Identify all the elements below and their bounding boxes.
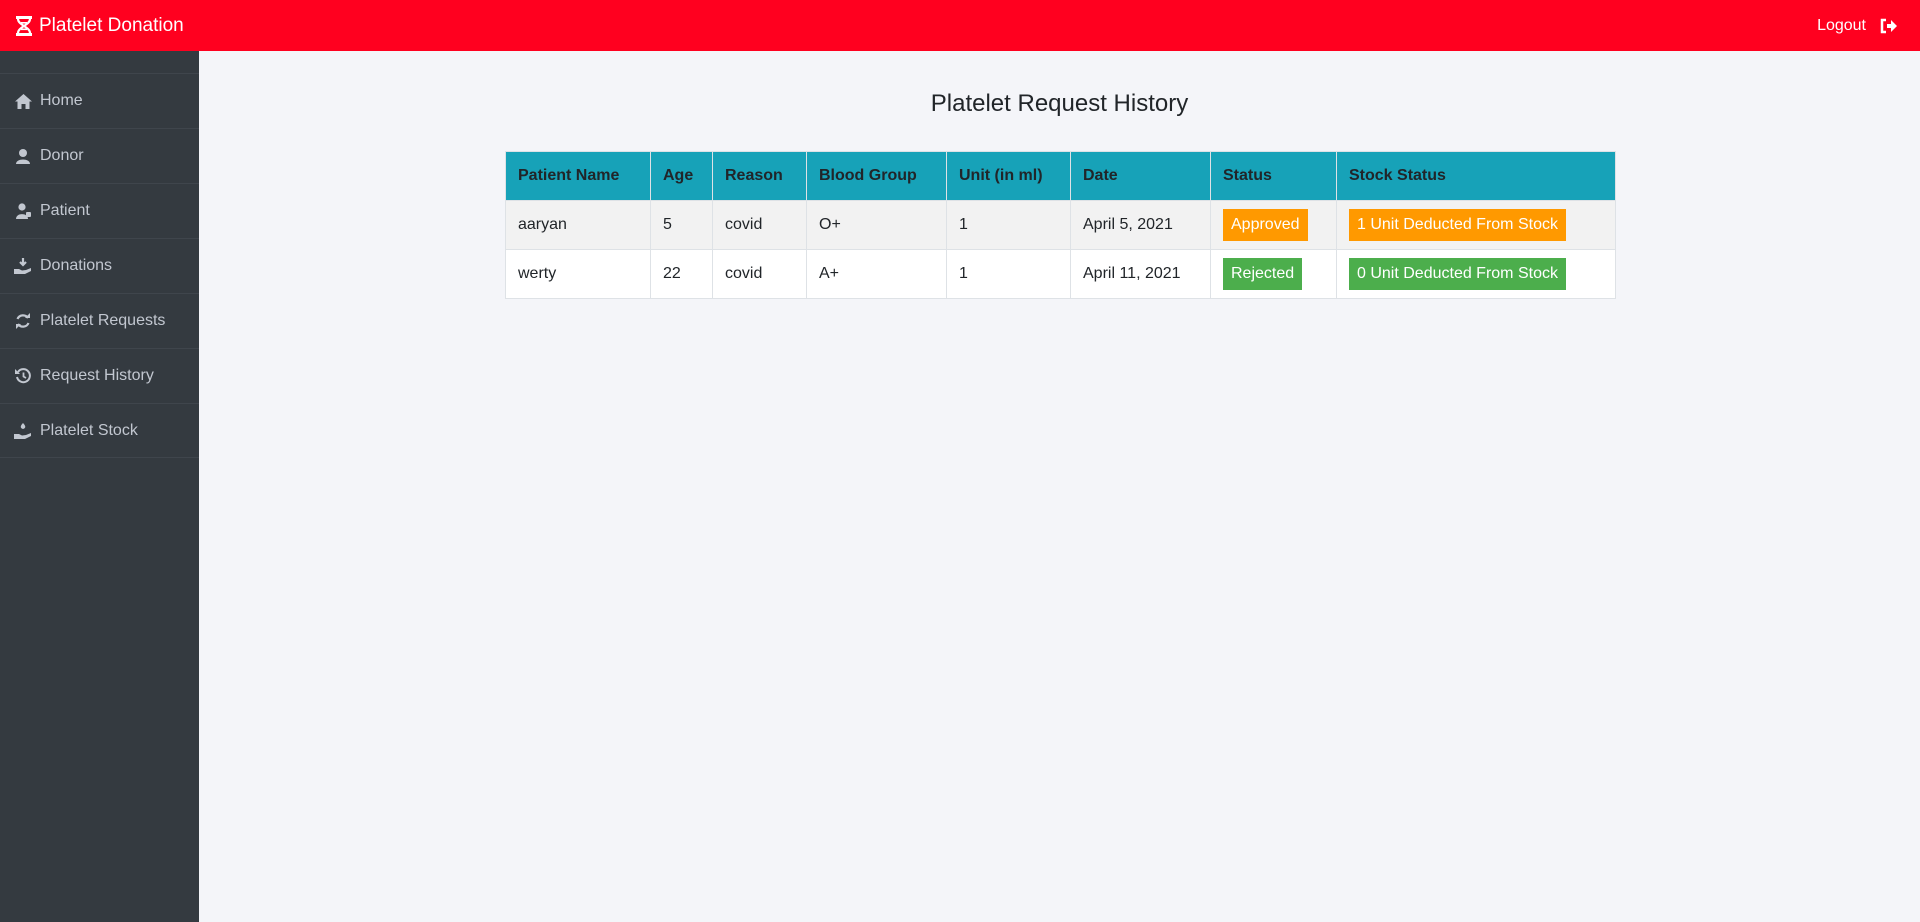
sidebar-item-donor[interactable]: Donor xyxy=(0,128,199,183)
sidebar-item-platelet-requests[interactable]: Platelet Requests xyxy=(0,293,199,348)
cell-blood-group: A+ xyxy=(806,249,947,299)
column-header: Stock Status xyxy=(1336,151,1616,201)
column-header: Blood Group xyxy=(806,151,947,201)
table-row: aaryan 5 covid O+ 1 April 5, 2021 Approv… xyxy=(505,200,1616,250)
cell-patient-name: aaryan xyxy=(505,200,651,250)
status-badge: Approved xyxy=(1223,209,1308,241)
cell-status: Rejected xyxy=(1210,249,1337,299)
status-badge: Rejected xyxy=(1223,258,1303,290)
sidebar-item-platelet-stock[interactable]: Platelet Stock xyxy=(0,403,199,458)
sidebar: Home Donor Patient Donations Platelet Re… xyxy=(0,51,199,922)
cell-stock-status: 0 Unit Deducted From Stock xyxy=(1336,249,1616,299)
cell-date: April 5, 2021 xyxy=(1070,200,1211,250)
sidebar-item-patient[interactable]: Patient xyxy=(0,183,199,238)
logout-button[interactable]: Logout xyxy=(1817,17,1898,35)
request-history-table: Patient Name Age Reason Blood Group Unit… xyxy=(505,151,1616,299)
cell-age: 5 xyxy=(650,200,713,250)
sidebar-item-label: Home xyxy=(40,92,83,109)
top-navbar: Platelet Donation Logout xyxy=(0,0,1920,51)
column-header: Age xyxy=(650,151,713,201)
column-header: Reason xyxy=(712,151,807,201)
sidebar-item-label: Patient xyxy=(40,202,90,219)
table-row: werty 22 covid A+ 1 April 11, 2021 Rejec… xyxy=(505,249,1616,299)
user-icon xyxy=(14,147,32,165)
column-header: Status xyxy=(1210,151,1337,201)
column-header: Patient Name xyxy=(505,151,651,201)
page-title: Platelet Request History xyxy=(930,90,1189,117)
sidebar-item-donations[interactable]: Donations xyxy=(0,238,199,293)
sidebar-item-label: Request History xyxy=(40,367,154,384)
stock-status-badge: 1 Unit Deducted From Stock xyxy=(1349,209,1566,241)
brand-link[interactable]: Platelet Donation xyxy=(15,15,184,37)
logout-label: Logout xyxy=(1817,16,1866,34)
cell-date: April 11, 2021 xyxy=(1070,249,1211,299)
sidebar-item-label: Platelet Stock xyxy=(40,421,138,439)
cell-stock-status: 1 Unit Deducted From Stock xyxy=(1336,200,1616,250)
cell-status: Approved xyxy=(1210,200,1337,250)
sidebar-item-label: Donor xyxy=(40,147,84,164)
main-content: Platelet Request History Patient Name Ag… xyxy=(199,51,1920,922)
column-header: Date xyxy=(1070,151,1211,201)
cell-patient-name: werty xyxy=(505,249,651,299)
stock-status-badge: 0 Unit Deducted From Stock xyxy=(1349,258,1566,290)
cell-reason: covid xyxy=(712,200,807,250)
sidebar-item-label: Platelet Requests xyxy=(40,312,166,329)
sign-out-icon xyxy=(1880,18,1897,33)
brand-title: Platelet Donation xyxy=(39,14,184,36)
cell-unit: 1 xyxy=(946,249,1071,299)
dna-icon xyxy=(16,15,32,36)
cell-unit: 1 xyxy=(946,200,1071,250)
history-icon xyxy=(14,367,32,385)
cell-reason: covid xyxy=(712,249,807,299)
home-icon xyxy=(14,92,32,110)
table-header-row: Patient Name Age Reason Blood Group Unit… xyxy=(505,151,1616,201)
hand-holding-icon xyxy=(14,422,32,440)
cell-blood-group: O+ xyxy=(806,200,947,250)
sidebar-item-label: Donations xyxy=(40,257,113,274)
patient-icon xyxy=(14,202,32,220)
cell-age: 22 xyxy=(650,249,713,299)
donation-icon xyxy=(14,257,32,275)
sidebar-item-request-history[interactable]: Request History xyxy=(0,348,199,403)
sidebar-item-home[interactable]: Home xyxy=(0,73,199,128)
refresh-icon xyxy=(14,312,32,330)
column-header: Unit (in ml) xyxy=(946,151,1071,201)
